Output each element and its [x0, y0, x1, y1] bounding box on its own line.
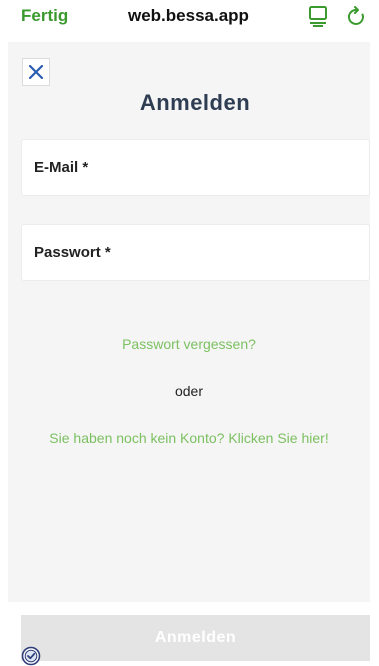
done-button[interactable]: Fertig: [21, 6, 68, 26]
close-button[interactable]: [22, 58, 50, 86]
email-label: E-Mail *: [34, 159, 89, 176]
login-button[interactable]: Anmelden: [21, 615, 370, 661]
email-field[interactable]: E-Mail *: [21, 139, 370, 196]
reload-icon[interactable]: [346, 5, 368, 27]
password-label: Passwort *: [34, 244, 111, 261]
page-title: Anmelden: [139, 90, 251, 115]
close-icon: [28, 64, 44, 80]
url-title: web.bessa.app: [128, 6, 249, 25]
or-separator: oder: [174, 383, 204, 399]
verified-badge-icon: [21, 646, 41, 666]
password-field[interactable]: Passwort *: [21, 224, 370, 281]
login-dialog: [8, 42, 370, 602]
browser-toolbar: Fertig web.bessa.app: [0, 0, 379, 40]
forgot-password-link[interactable]: Passwort vergessen?: [8, 336, 370, 352]
reader-mode-icon[interactable]: [308, 5, 328, 27]
register-link[interactable]: Sie haben noch kein Konto? Klicken Sie h…: [8, 430, 370, 446]
